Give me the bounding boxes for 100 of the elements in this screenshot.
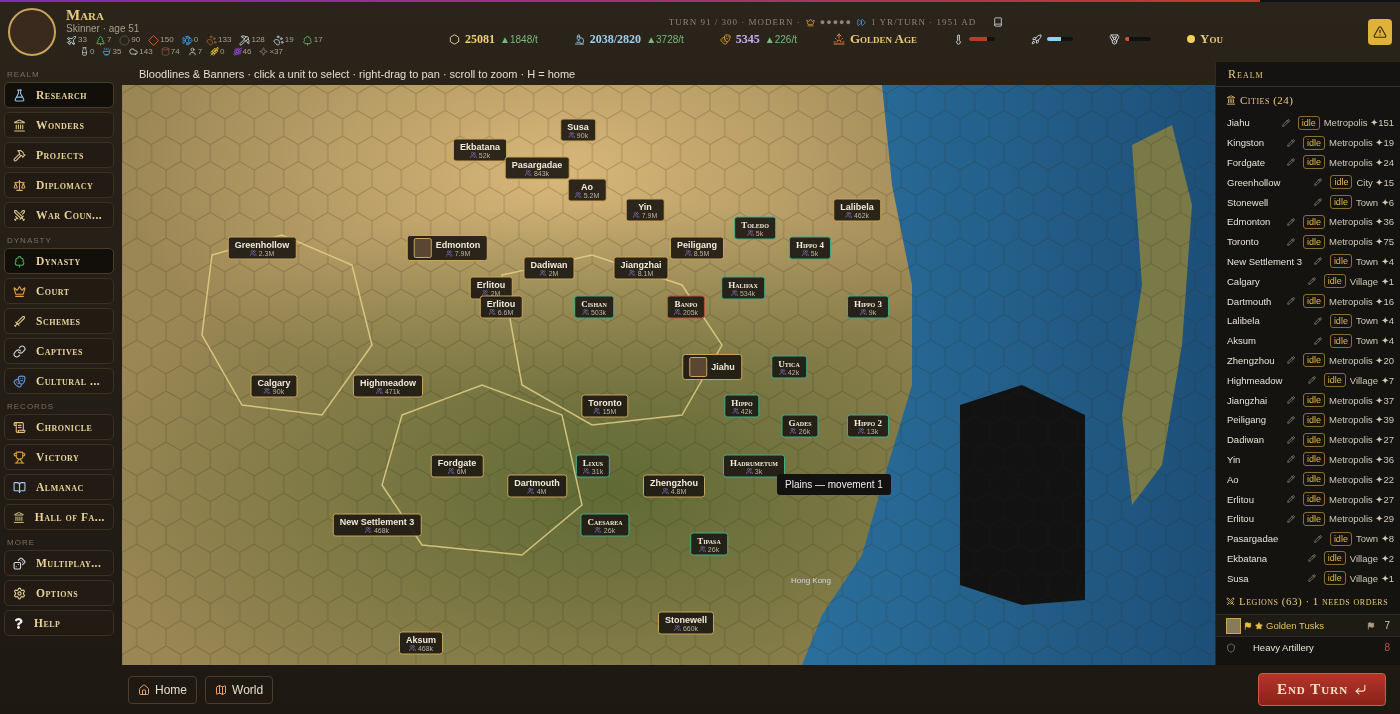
- sidebar-button[interactable]: Almanac: [4, 474, 114, 500]
- sidebar-button[interactable]: Captives: [4, 338, 114, 364]
- city-name[interactable]: Peiligang: [1227, 414, 1287, 426]
- end-turn-button[interactable]: End Turn: [1258, 673, 1386, 706]
- pencil-icon[interactable]: [1286, 514, 1295, 523]
- sidebar-button[interactable]: Court: [4, 278, 114, 304]
- pencil-icon[interactable]: [1286, 356, 1295, 365]
- city-name[interactable]: Greenhollow: [1227, 176, 1315, 188]
- pencil-icon[interactable]: [1286, 217, 1295, 226]
- city-type: Metropolis ✦29: [1328, 513, 1394, 525]
- city-name[interactable]: Zhengzhou: [1227, 354, 1287, 366]
- pencil-icon[interactable]: [1286, 455, 1295, 464]
- city-name[interactable]: Dartmouth: [1227, 295, 1287, 307]
- city-name[interactable]: Lalibela: [1227, 315, 1314, 327]
- city-name[interactable]: Calgary: [1227, 275, 1308, 287]
- city-type: Metropolis ✦20: [1328, 354, 1394, 366]
- city-name: Toledo: [741, 219, 769, 230]
- sidebar-button[interactable]: Dynasty: [4, 248, 114, 274]
- city-name: Lalibela: [840, 201, 874, 212]
- sidebar-button[interactable]: Help: [4, 610, 114, 636]
- pencil-icon[interactable]: [1307, 554, 1316, 563]
- city-name: Stonewell: [665, 614, 707, 625]
- sidebar-button[interactable]: Diplomacy: [4, 172, 114, 198]
- pencil-icon[interactable]: [1307, 574, 1316, 583]
- city-name[interactable]: Stonewell: [1227, 196, 1314, 208]
- city-name[interactable]: Aksum: [1227, 335, 1314, 347]
- sidebar-button[interactable]: War Coun...: [4, 202, 114, 228]
- city-name[interactable]: Dadiwan: [1227, 434, 1287, 446]
- pencil-icon[interactable]: [1281, 118, 1290, 127]
- pencil-icon[interactable]: [1286, 138, 1295, 147]
- city-name: Pasargadae: [511, 159, 563, 170]
- city-name[interactable]: Highmeadow: [1227, 374, 1308, 386]
- city-name[interactable]: Erlitou: [1227, 513, 1287, 525]
- resource-count: 150: [160, 34, 174, 45]
- city-type: Metropolis ✦19: [1328, 137, 1394, 149]
- city-name[interactable]: Edmonton: [1227, 216, 1287, 228]
- pencil-icon[interactable]: [1307, 376, 1316, 385]
- pencil-icon[interactable]: [1286, 237, 1295, 246]
- people-icon: [746, 229, 754, 237]
- pencil-icon[interactable]: [1286, 435, 1295, 444]
- people-icon: [594, 526, 602, 534]
- city-name[interactable]: Ao: [1227, 473, 1287, 485]
- plane-icon: [66, 34, 77, 46]
- nav-button[interactable]: World: [205, 675, 274, 704]
- city-type: Town ✦4: [1355, 255, 1394, 267]
- status-badge: idle: [1329, 531, 1352, 546]
- pencil-icon[interactable]: [1286, 475, 1295, 484]
- people-icon: [684, 249, 692, 257]
- city-name[interactable]: Toronto: [1227, 236, 1287, 248]
- pencil-icon[interactable]: [1286, 396, 1295, 405]
- city-label[interactable]: Jiahu: [682, 354, 742, 380]
- sidebar-button[interactable]: Chronicle: [4, 414, 114, 440]
- city-name[interactable]: New Settlement 3: [1227, 255, 1314, 267]
- sidebar-button[interactable]: Projects: [4, 142, 114, 168]
- sidebar-button[interactable]: Options: [4, 580, 114, 606]
- fast-forward-icon: [857, 17, 866, 27]
- chain-link-icon: [13, 344, 26, 358]
- sidebar-button[interactable]: Victory: [4, 444, 114, 470]
- pencil-icon[interactable]: [1313, 198, 1322, 207]
- sidebar-button[interactable]: Multiplay...: [4, 550, 114, 576]
- pencil-icon[interactable]: [1313, 336, 1322, 345]
- city-name[interactable]: Erlitou: [1227, 493, 1287, 505]
- pencil-icon[interactable]: [1313, 257, 1322, 266]
- alert-badge[interactable]: [1368, 19, 1392, 45]
- resource-count: 46: [242, 46, 252, 57]
- sidebar-button[interactable]: Schemes: [4, 308, 114, 334]
- pencil-icon[interactable]: [1307, 277, 1316, 286]
- city-name[interactable]: Kingston: [1227, 137, 1287, 149]
- leader-avatar[interactable]: [8, 8, 56, 56]
- city-name[interactable]: Ekbatana: [1227, 552, 1308, 564]
- pencil-icon[interactable]: [1313, 534, 1322, 543]
- sidebar-button[interactable]: Hall of Fa...: [4, 504, 114, 530]
- pencil-icon[interactable]: [1286, 415, 1295, 424]
- pencil-icon[interactable]: [1314, 178, 1323, 187]
- city-name[interactable]: Susa: [1227, 572, 1308, 584]
- people-icon: [447, 467, 455, 475]
- sidebar-button[interactable]: Research: [4, 82, 114, 108]
- resource-count: 0: [90, 46, 95, 57]
- city-name[interactable]: Jiangzhai: [1227, 394, 1287, 406]
- resource-count: 133: [218, 34, 232, 45]
- city-type: Metropolis ✦27: [1328, 493, 1394, 505]
- pencil-icon[interactable]: [1313, 316, 1322, 325]
- people-icon: [263, 387, 271, 395]
- book-icon[interactable]: [993, 17, 1004, 27]
- city-name[interactable]: Jiahu: [1227, 117, 1282, 129]
- legion-row[interactable]: Golden Tusks 7: [1216, 614, 1400, 637]
- pencil-icon[interactable]: [1286, 297, 1295, 306]
- trophy-icon: [13, 450, 26, 464]
- sidebar-button[interactable]: Cultural ...: [4, 368, 114, 394]
- legion-row[interactable]: Heavy Artillery 8: [1216, 636, 1400, 659]
- people-icon: [488, 308, 496, 316]
- pencil-icon[interactable]: [1286, 158, 1295, 167]
- pencil-icon[interactable]: [1286, 495, 1295, 504]
- city-name[interactable]: Pasargadae: [1227, 533, 1314, 545]
- city-name[interactable]: Yin: [1227, 453, 1287, 465]
- sidebar-button[interactable]: Wonders: [4, 112, 114, 138]
- city-name: Hippo 4: [795, 239, 825, 250]
- nav-button[interactable]: Home: [128, 675, 197, 704]
- section-label: RECORDS: [6, 401, 55, 413]
- city-name[interactable]: Fordgate: [1227, 157, 1287, 168]
